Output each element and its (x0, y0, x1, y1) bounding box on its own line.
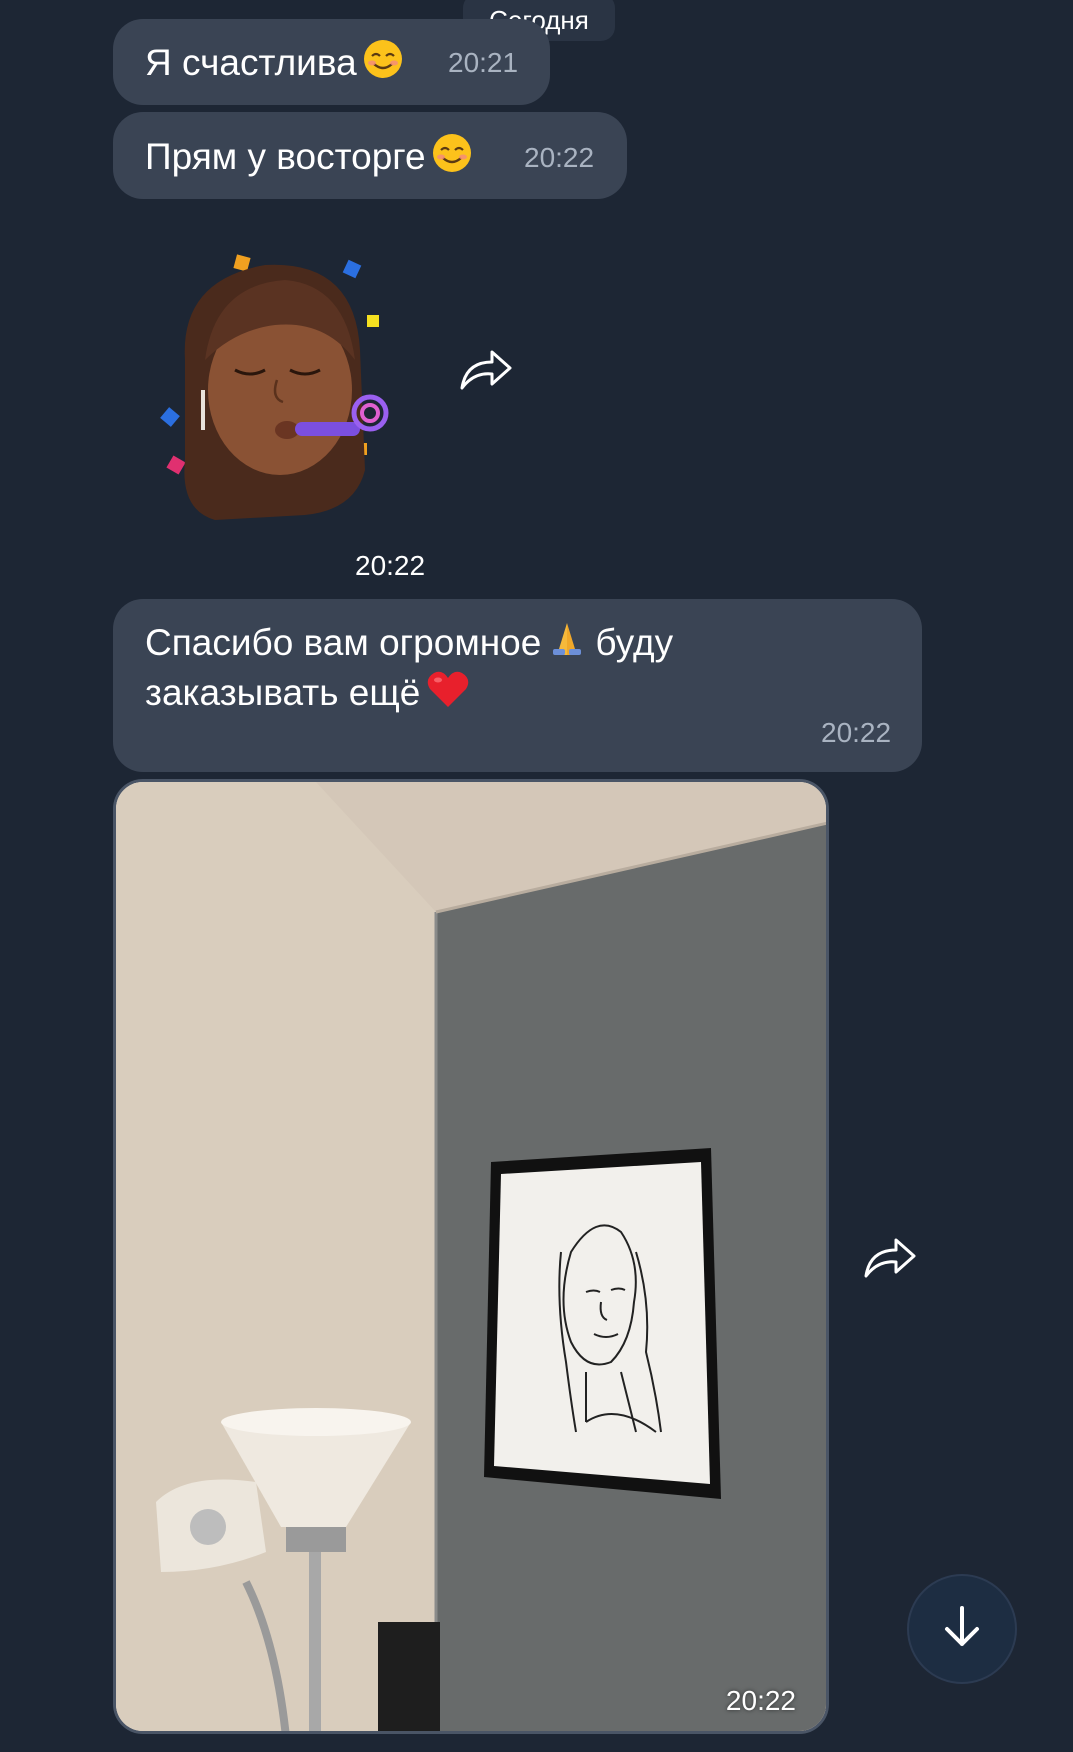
share-arrow-icon[interactable] (458, 348, 514, 397)
message-bubble[interactable]: Спасибо вам огромное буду заказывать ещё… (113, 599, 922, 772)
message-text: Прям у восторге (145, 136, 426, 177)
smiling-face-icon (432, 133, 472, 183)
message-time: 20:22 (524, 142, 595, 173)
arrow-down-icon (937, 1602, 987, 1657)
message-bubble[interactable]: Я счастлива 20:21 (113, 19, 550, 105)
scroll-to-bottom-button[interactable] (907, 1574, 1017, 1684)
message-time: 20:22 (821, 717, 892, 748)
message-time: 20:22 (725, 1685, 796, 1716)
message-text-line1-suffix: буду (595, 622, 674, 663)
message-time: 20:21 (448, 47, 519, 78)
framed-portrait-on-wall-photo[interactable]: 20:22 (113, 779, 829, 1734)
message-text: Я счастлива (145, 42, 357, 83)
red-heart-icon (426, 669, 470, 719)
share-arrow-icon[interactable] (862, 1236, 918, 1285)
memoji-party-horn-sticker[interactable] (155, 240, 425, 530)
message-bubble[interactable]: Прям у восторге 20:22 (113, 112, 627, 199)
message-text-line1: Спасибо вам огромное (145, 622, 542, 663)
folded-hands-icon (547, 619, 587, 669)
message-text-line2: заказывать ещё (145, 672, 421, 713)
smiling-face-icon (363, 39, 403, 89)
message-time: 20:22 (355, 550, 426, 581)
